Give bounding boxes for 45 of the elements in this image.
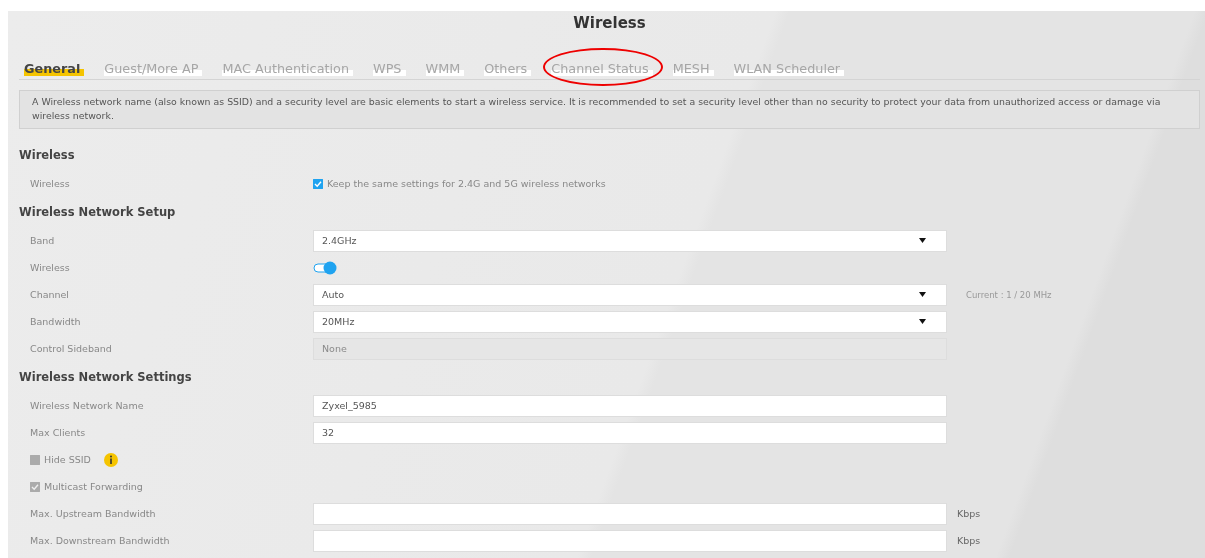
field-label: Max. Upstream Bandwidth xyxy=(29,508,157,519)
input-field[interactable]: Zyxel_5985 xyxy=(313,394,947,417)
checkbox[interactable] xyxy=(30,454,40,465)
section-heading: Wireless Network Settings xyxy=(19,370,192,384)
tab[interactable]: MESH xyxy=(672,61,714,76)
input-field[interactable]: 32 xyxy=(313,421,947,444)
section-heading: Wireless Network Setup xyxy=(19,205,176,219)
page-title: Wireless xyxy=(573,14,646,32)
field-label: Channel xyxy=(29,289,70,300)
tab[interactable]: WLAN Scheduler xyxy=(733,61,845,76)
tab[interactable]: Guest/More AP xyxy=(104,61,203,76)
tab[interactable]: WMM xyxy=(425,61,465,76)
dropdown[interactable]: Auto xyxy=(313,283,947,306)
caret-icon xyxy=(919,319,926,324)
caret-icon xyxy=(919,292,926,297)
input-field[interactable] xyxy=(313,502,947,525)
checkbox[interactable] xyxy=(30,481,40,492)
checkbox[interactable] xyxy=(313,178,323,189)
tab[interactable]: MAC Authentication xyxy=(222,61,353,76)
tab[interactable]: WPS xyxy=(373,61,406,76)
field-label: Control Sideband xyxy=(29,343,113,354)
field-label: Max Clients xyxy=(29,427,87,438)
input-field[interactable] xyxy=(313,529,947,552)
dropdown[interactable]: 2.4GHz xyxy=(313,229,947,252)
info-text: A Wireless network name (also known as SSID) and a security level are basic elements to start a wireless service. It is recommended to set a security level other than no security to protect your data from unauthorized access or damage via wireless network. xyxy=(19,90,1200,129)
input-field[interactable]: None xyxy=(313,337,947,360)
checkbox-label: Keep the same settings for 2.4G and 5G wireless networks xyxy=(327,178,606,189)
unit-label: Kbps xyxy=(957,535,981,546)
info-icon[interactable] xyxy=(103,452,118,467)
toggle-switch[interactable] xyxy=(313,260,337,275)
tab[interactable]: Others xyxy=(484,61,532,76)
caret-icon xyxy=(919,238,926,243)
checkbox-label: Hide SSID xyxy=(44,454,91,465)
tab[interactable]: Channel Status xyxy=(551,61,653,76)
section-heading: Wireless xyxy=(19,148,75,162)
field-label: Max. Downstream Bandwidth xyxy=(29,535,171,546)
unit-label: Kbps xyxy=(957,508,981,519)
field-label: Bandwidth xyxy=(29,316,82,327)
checkbox-label: Multicast Forwarding xyxy=(44,481,143,492)
dropdown[interactable]: 20MHz xyxy=(313,310,947,333)
field-label: Wireless xyxy=(29,178,71,189)
current-channel-note: Current : 1 / 20 MHz xyxy=(966,289,1052,300)
field-label: Wireless Network Name xyxy=(29,400,145,411)
field-label: Band xyxy=(29,235,56,246)
field-label: Wireless xyxy=(29,262,71,273)
